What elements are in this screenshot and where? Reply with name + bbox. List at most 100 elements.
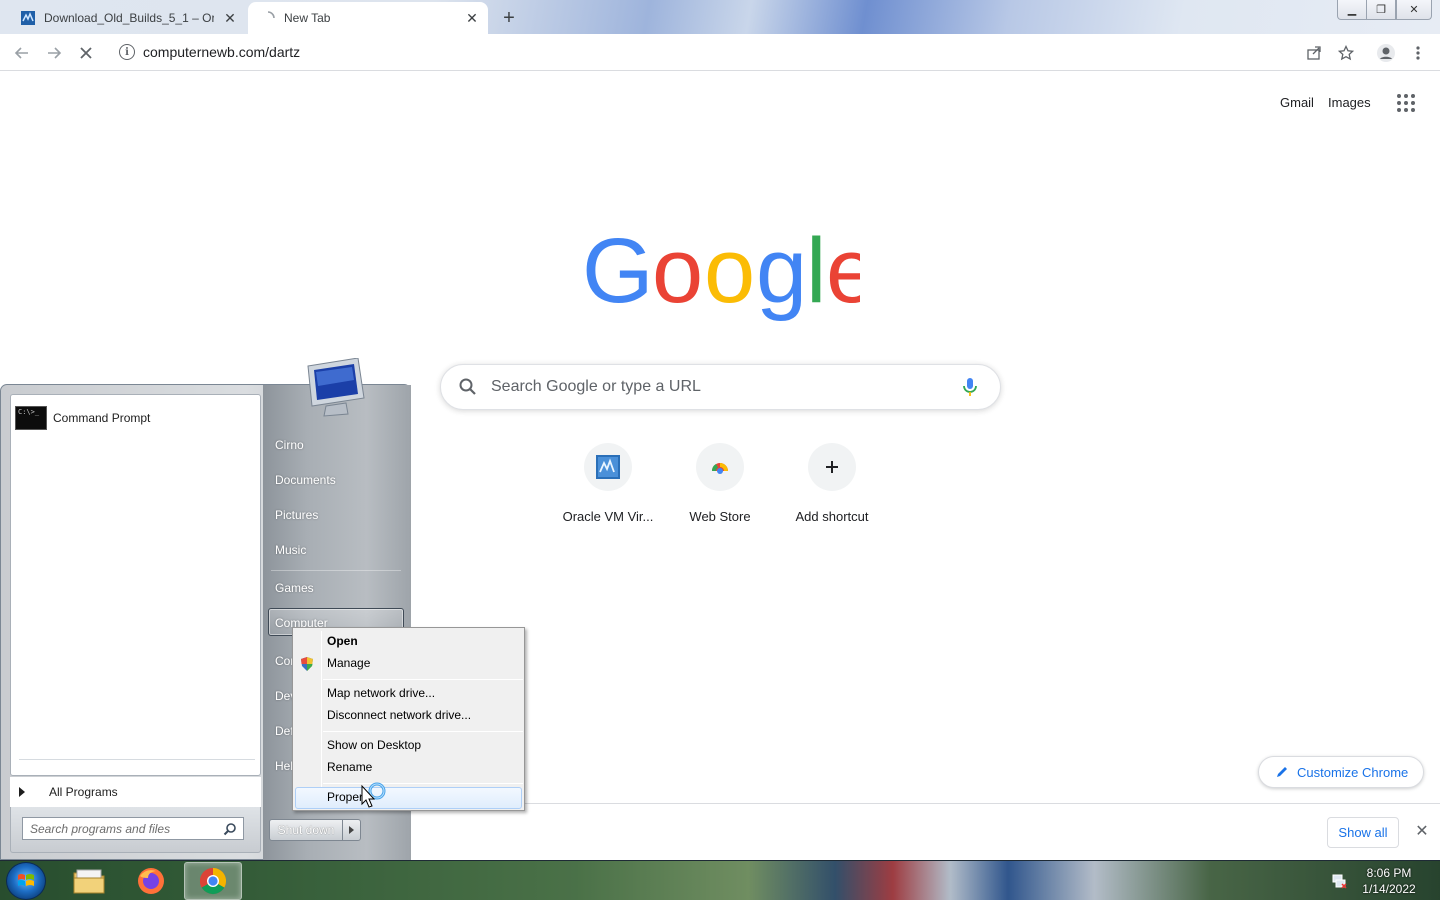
address-bar[interactable]: i computernewb.com/dartz: [110, 37, 1370, 67]
divider: [323, 783, 523, 784]
customize-chrome-label: Customize Chrome: [1297, 764, 1409, 780]
images-link[interactable]: Images: [1328, 95, 1371, 110]
browser-toolbar: i computernewb.com/dartz: [0, 34, 1440, 71]
google-apps-icon[interactable]: [1397, 94, 1415, 112]
firefox-icon: [138, 868, 164, 894]
url-text: computernewb.com/dartz: [143, 44, 301, 60]
start-link-default-programs[interactable]: Def: [275, 724, 294, 738]
menu-item-disconnect-network-drive[interactable]: Disconnect network drive...: [327, 708, 471, 722]
tab-strip: Download_Old_Builds_5_1 – Orac ✕ New Tab…: [0, 0, 1440, 34]
start-menu-programs-pane: C:\>_ Command Prompt: [10, 394, 261, 776]
menu-gutter: [321, 631, 322, 807]
start-link-help[interactable]: Hel: [275, 759, 293, 773]
busy-cursor-icon: [361, 782, 386, 808]
uac-shield-icon: [301, 657, 313, 671]
ntp-search-box[interactable]: [440, 364, 1001, 410]
virtualbox-favicon-icon: [21, 11, 35, 25]
tab-new-tab[interactable]: New Tab ✕: [248, 2, 488, 34]
shortcut-add[interactable]: Add shortcut: [776, 443, 888, 524]
shortcut-tile: [584, 443, 632, 491]
back-button[interactable]: [8, 39, 36, 67]
svg-text:g: g: [756, 222, 807, 322]
folder-icon: [73, 869, 105, 894]
shut-down-button[interactable]: Shut down: [269, 819, 343, 841]
all-programs-label: All Programs: [49, 785, 118, 799]
star-icon: [1338, 45, 1354, 61]
start-link-music[interactable]: Music: [275, 543, 306, 557]
stop-loading-button[interactable]: [72, 39, 100, 67]
network-tray-icon[interactable]: [1331, 873, 1347, 889]
microphone-icon[interactable]: [958, 375, 982, 399]
customize-chrome-button[interactable]: Customize Chrome: [1258, 756, 1424, 788]
site-info-icon[interactable]: i: [119, 44, 135, 60]
start-link-games[interactable]: Games: [275, 581, 314, 595]
start-search-input[interactable]: [23, 821, 223, 836]
close-window-button[interactable]: ✕: [1396, 0, 1432, 20]
computer-context-menu: Open Manage Map network drive... Disconn…: [292, 627, 525, 811]
show-all-button[interactable]: Show all: [1327, 817, 1399, 848]
computer-icon: [307, 358, 365, 417]
share-icon: [1307, 46, 1321, 60]
chrome-web-store-icon: [711, 463, 728, 474]
shortcut-label: Add shortcut: [795, 509, 869, 524]
forward-arrow-icon: [48, 47, 62, 59]
start-link-documents[interactable]: Documents: [275, 473, 336, 487]
taskbar-chrome[interactable]: [184, 862, 242, 900]
forward-button[interactable]: [40, 39, 68, 67]
profile-button[interactable]: [1372, 39, 1400, 67]
start-item-command-prompt[interactable]: C:\>_ Command Prompt: [15, 405, 257, 431]
divider: [19, 759, 255, 760]
loading-spinner-icon: [267, 11, 275, 19]
chrome-menu-button[interactable]: [1404, 39, 1432, 67]
search-icon: [223, 822, 236, 835]
minimize-button[interactable]: ▁: [1337, 0, 1367, 20]
all-programs-button[interactable]: All Programs: [10, 777, 261, 807]
arrow-right-icon: [349, 826, 354, 834]
svg-text:o: o: [704, 222, 755, 322]
windows-taskbar: 8:06 PM 1/14/2022: [0, 860, 1440, 900]
bookmark-button[interactable]: [1332, 39, 1360, 67]
clock-time: 8:06 PM: [1366, 866, 1412, 880]
start-item-label: Command Prompt: [53, 411, 151, 425]
menu-item-map-network-drive[interactable]: Map network drive...: [327, 686, 435, 700]
divider: [271, 570, 401, 571]
plus-icon: [826, 461, 838, 473]
shortcut-tile: [696, 443, 744, 491]
chrome-icon: [199, 867, 227, 895]
menu-item-show-on-desktop[interactable]: Show on Desktop: [327, 738, 421, 752]
close-shelf-icon[interactable]: ✕: [1412, 821, 1432, 841]
new-tab-button[interactable]: +: [496, 6, 522, 30]
svg-text:G: G: [582, 222, 654, 322]
start-search-area: [10, 807, 261, 853]
menu-item-properties[interactable]: Proper: [327, 790, 363, 804]
ntp-search-input[interactable]: [491, 378, 958, 396]
menu-item-rename[interactable]: Rename: [327, 760, 372, 774]
shortcut-label: Web Store: [689, 509, 751, 524]
start-link-user[interactable]: Cirno: [275, 438, 304, 452]
menu-item-manage[interactable]: Manage: [327, 656, 370, 670]
start-search-box[interactable]: [22, 817, 244, 840]
avatar-icon: [1377, 44, 1395, 62]
shut-down-options-button[interactable]: [342, 819, 361, 841]
menu-item-open[interactable]: Open: [327, 634, 358, 648]
tab-close-icon[interactable]: ✕: [462, 8, 482, 28]
shortcut-web-store[interactable]: Web Store: [664, 443, 776, 524]
tab-close-icon[interactable]: ✕: [220, 8, 240, 28]
restore-button[interactable]: ❐: [1366, 0, 1396, 20]
taskbar-firefox[interactable]: [122, 862, 180, 900]
system-clock[interactable]: 8:06 PM 1/14/2022: [1355, 865, 1423, 897]
start-button[interactable]: [6, 862, 46, 900]
gmail-link[interactable]: Gmail: [1280, 95, 1314, 110]
tab-download-old-builds[interactable]: Download_Old_Builds_5_1 – Orac ✕: [8, 2, 246, 34]
share-button[interactable]: [1300, 39, 1328, 67]
tab-title: New Tab: [284, 11, 331, 25]
arrow-right-icon: [19, 787, 25, 797]
shortcut-label: Oracle VM Vir...: [562, 509, 654, 524]
search-icon: [459, 378, 476, 395]
svg-text:l: l: [806, 222, 826, 322]
divider: [323, 679, 523, 680]
taskbar-explorer[interactable]: [60, 862, 118, 900]
start-link-pictures[interactable]: Pictures: [275, 508, 318, 522]
shortcut-oracle-vm[interactable]: Oracle VM Vir...: [552, 443, 664, 524]
svg-text:o: o: [652, 222, 703, 322]
